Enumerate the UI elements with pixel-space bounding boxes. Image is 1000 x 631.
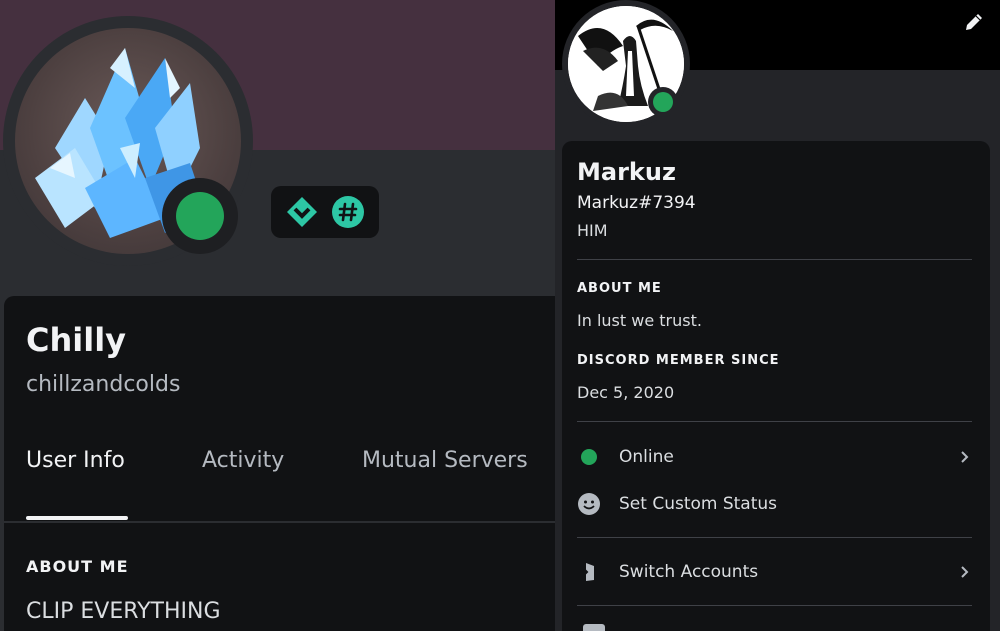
online-status-indicator [653, 92, 673, 112]
divider [577, 259, 972, 260]
tab-mutual-servers[interactable]: Mutual Servers [362, 448, 528, 473]
left-profile-panel: Chilly chillzandcolds User Info Activity… [0, 0, 555, 631]
about-me-text: In lust we trust. [577, 311, 702, 330]
set-custom-status-menu-item[interactable]: Set Custom Status [577, 484, 972, 524]
menu-item-label: Switch Accounts [619, 562, 759, 582]
switch-accounts-menu-item[interactable]: Switch Accounts [577, 552, 972, 592]
member-since-heading: DISCORD MEMBER SINCE [577, 353, 780, 368]
pronouns: HIM [577, 221, 608, 240]
menu-item-label: Set Custom Status [619, 494, 778, 514]
tab-user-info[interactable]: User Info [26, 448, 125, 473]
divider [577, 421, 972, 422]
member-since-date: Dec 5, 2020 [577, 383, 675, 402]
tab-activity[interactable]: Activity [202, 448, 284, 473]
pencil-icon [966, 14, 982, 30]
smiley-icon [577, 492, 601, 516]
online-status-icon [577, 445, 601, 469]
about-me-heading: ABOUT ME [26, 557, 129, 576]
chevron-right-icon [956, 564, 972, 580]
about-me-heading: ABOUT ME [577, 281, 662, 296]
chevron-right-icon [956, 449, 972, 465]
partial-menu-icon [583, 624, 605, 631]
user-tag: Markuz#7394 [577, 193, 696, 213]
edit-profile-button[interactable] [962, 10, 986, 34]
menu-item-label: Online [619, 447, 674, 467]
hashtag-icon[interactable] [331, 195, 365, 229]
divider [577, 537, 972, 538]
switch-accounts-icon [577, 560, 601, 584]
status-online-menu-item[interactable]: Online [577, 437, 972, 477]
divider [577, 605, 972, 606]
display-name: Markuz [577, 158, 676, 186]
hypesquad-diamond-icon[interactable] [285, 195, 319, 229]
tabs-divider [4, 521, 555, 523]
active-tab-indicator [26, 516, 128, 520]
display-name: Chilly [26, 321, 127, 359]
online-status-indicator [176, 192, 224, 240]
right-profile-panel: Markuz Markuz#7394 HIM ABOUT ME In lust … [555, 0, 1000, 631]
username: chillzandcolds [26, 372, 181, 397]
about-me-text: CLIP EVERYTHING [26, 599, 221, 624]
badge-list [271, 186, 379, 238]
